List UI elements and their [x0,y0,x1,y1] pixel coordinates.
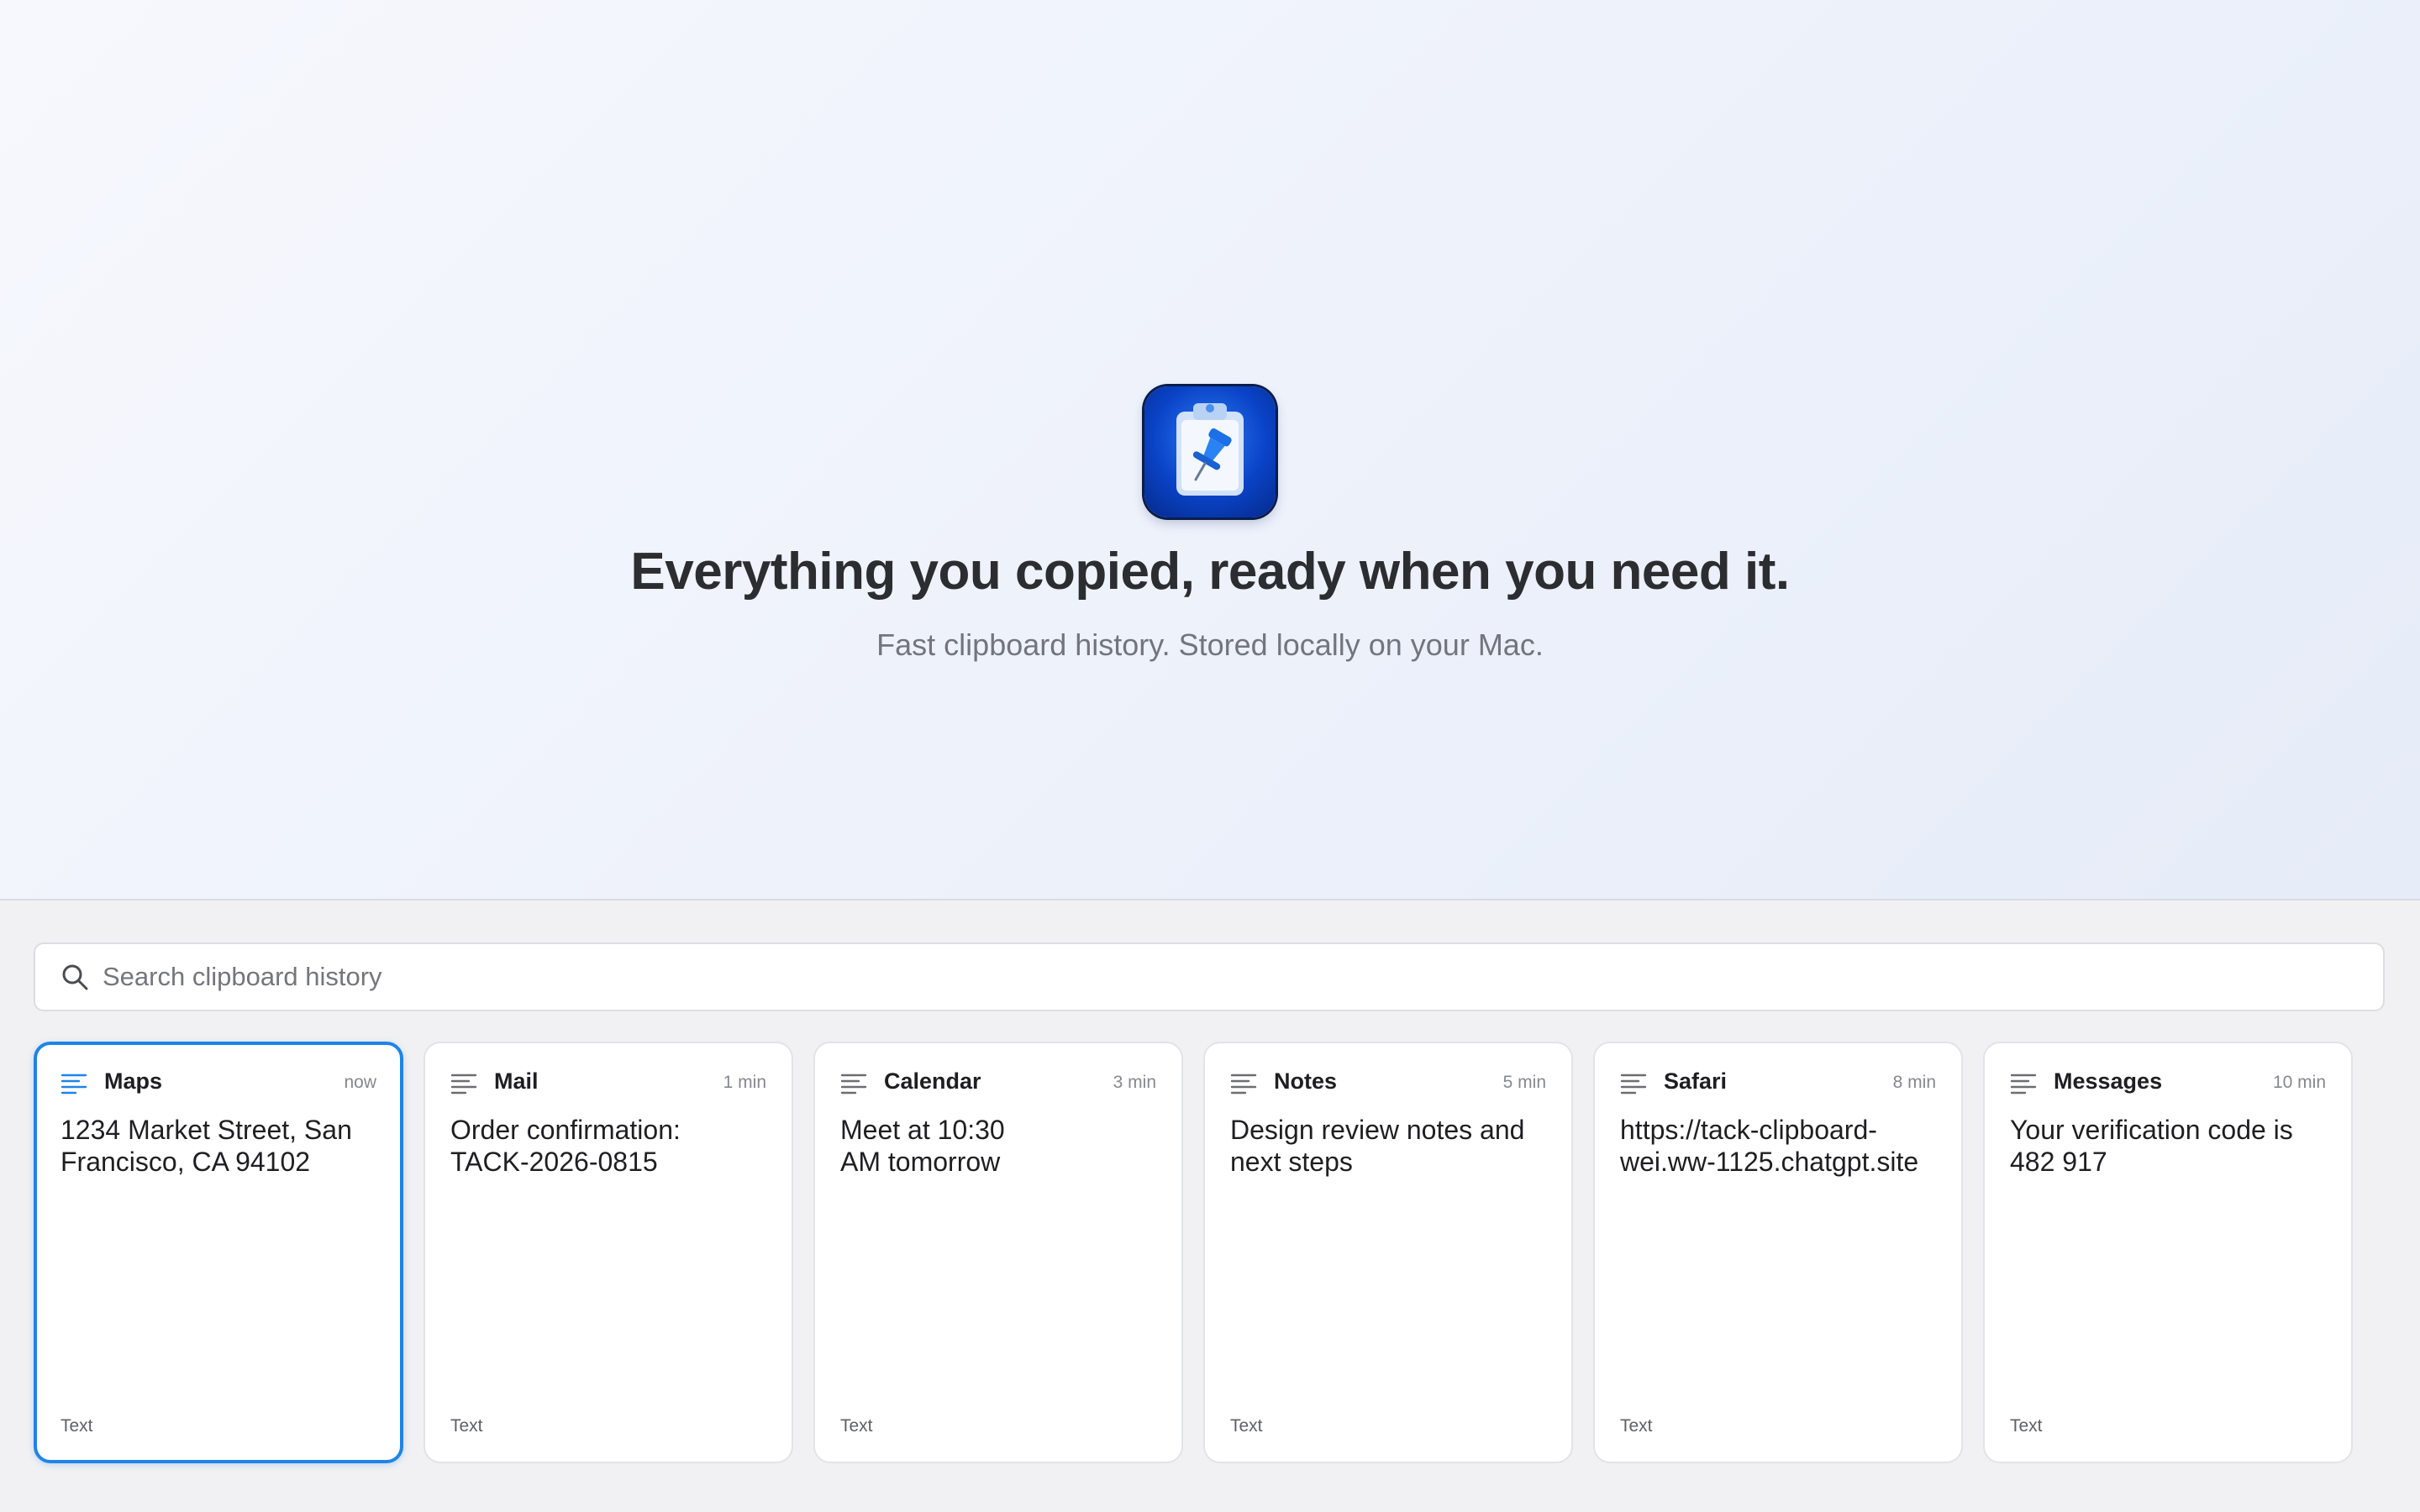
clipboard-item-card[interactable]: Maps now 1234 Market Street, San Francisco… [34,1042,403,1463]
card-type-label: Text [2010,1416,2043,1436]
clipboard-pushpin-icon [1144,386,1276,517]
card-content: https://tack-clipboard- wei.ww-1125.chat… [1620,1115,1919,1177]
card-timestamp: 5 min [1502,1073,1546,1092]
text-lines-icon [840,1074,867,1095]
clipboard-item-card[interactable]: Notes 5 min Design review notes and next s… [1203,1042,1573,1463]
text-lines-icon [2010,1074,2037,1095]
hero-subtitle: Fast clipboard history. Stored locally o… [876,627,1544,662]
card-type-label: Text [1620,1416,1653,1436]
card-content: Design review notes and next steps [1230,1115,1525,1177]
card-app-name: Notes [1274,1068,1338,1094]
clipboard-item-card[interactable]: Calendar 3 min Meet at 10:30 AM tomorrow Te… [813,1042,1183,1463]
card-app-name: Messages [2054,1068,2163,1094]
clipboard-item-card[interactable]: Safari 8 min https://tack-clipboard- wei.w… [1593,1042,1963,1463]
card-timestamp: 8 min [1892,1073,1936,1092]
hero-section: Everything you copied, ready when you ne… [0,0,2420,900]
card-app-name: Calendar [884,1068,981,1094]
search-icon [62,964,88,990]
card-type-label: Text [450,1416,483,1436]
card-type-label: Text [60,1416,93,1436]
card-timestamp: 3 min [1113,1073,1156,1092]
card-type-label: Text [840,1416,873,1436]
card-app-name: Maps [104,1068,163,1094]
card-timestamp: 1 min [723,1073,766,1092]
card-type-label: Text [1230,1416,1263,1436]
card-app-name: Mail [494,1068,539,1094]
card-timestamp: now [344,1073,376,1092]
text-lines-icon [60,1074,87,1095]
clipboard-item-card[interactable]: Messages 10 min Your verification code is … [1983,1042,2353,1463]
card-content: Order confirmation: TACK-2026-0815 [450,1115,681,1177]
search-input[interactable] [103,944,2354,1010]
text-lines-icon [1230,1074,1257,1095]
card-timestamp: 10 min [2272,1073,2326,1092]
card-content: Your verification code is 482 917 [2010,1115,2293,1177]
card-content: Meet at 10:30 AM tomorrow [840,1115,1005,1177]
search-bar[interactable] [34,942,2385,1011]
hero-title: Everything you copied, ready when you ne… [630,543,1790,601]
text-lines-icon [450,1074,477,1095]
card-app-name: Safari [1664,1068,1728,1094]
clipboard-item-card[interactable]: Mail 1 min Order confirmation: TACK-2026-0… [424,1042,793,1463]
card-content: 1234 Market Street, San Francisco, CA 94… [60,1115,352,1177]
text-lines-icon [1620,1074,1647,1095]
